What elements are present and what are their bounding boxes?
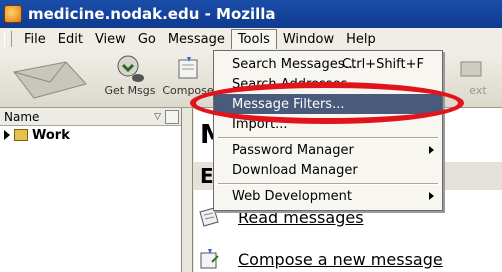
menu-item-search-messages[interactable]: Search Messages... Ctrl+Shift+F [214, 54, 442, 74]
compose-message-link[interactable]: Compose a new message [198, 248, 443, 270]
menu-item-message-filters[interactable]: Message Filters... [214, 94, 442, 114]
window-title: medicine.nodak.edu - Mozilla [28, 5, 276, 23]
menu-window[interactable]: Window [277, 30, 340, 49]
menu-item-search-addresses[interactable]: Search Addresses... [214, 74, 442, 94]
menu-item-download-manager[interactable]: Download Manager [214, 160, 442, 180]
get-msgs-icon [117, 55, 144, 82]
get-msgs-button[interactable]: Get Msgs [96, 54, 164, 97]
compose-button[interactable]: Compose [158, 54, 218, 97]
compose-icon [178, 57, 198, 79]
tools-menu-dropdown: Search Messages... Ctrl+Shift+F Search A… [213, 50, 443, 211]
folder-column-header[interactable]: Name ▽ [0, 108, 181, 126]
column-picker-icon[interactable] [165, 109, 179, 124]
menu-item-import[interactable]: Import... [214, 114, 442, 134]
compose-message-icon [200, 249, 219, 269]
menu-separator [218, 137, 438, 139]
folder-pane: Name ▽ Work [0, 108, 182, 272]
shortcut-label: Ctrl+Shift+F [342, 56, 424, 72]
menu-file[interactable]: File [18, 30, 52, 49]
menu-item-web-development[interactable]: Web Development [214, 186, 442, 206]
menu-go[interactable]: Go [132, 30, 162, 49]
menu-view[interactable]: View [89, 30, 132, 49]
menu-bar: File Edit View Go Message Tools Window H… [0, 28, 502, 50]
mail-next-icon [460, 61, 482, 77]
pane-splitter[interactable] [183, 108, 193, 272]
menu-item-password-manager[interactable]: Password Manager [214, 140, 442, 160]
menu-tools[interactable]: Tools [230, 29, 277, 49]
title-bar: medicine.nodak.edu - Mozilla [0, 0, 502, 28]
sort-indicator-icon: ▽ [154, 111, 161, 122]
menu-message[interactable]: Message [162, 30, 231, 49]
envelope-icon [13, 61, 87, 99]
next-button[interactable]: ext [446, 54, 494, 97]
menu-edit[interactable]: Edit [52, 30, 89, 49]
menubar-grip[interactable] [4, 31, 12, 47]
menu-separator [218, 183, 438, 185]
expand-twisty-icon[interactable] [4, 130, 10, 140]
submenu-arrow-icon [429, 146, 434, 154]
folder-item-work[interactable]: Work [0, 126, 181, 144]
submenu-arrow-icon [429, 192, 434, 200]
mozilla-app-icon [4, 5, 22, 23]
folder-icon [14, 129, 28, 141]
menu-help[interactable]: Help [340, 30, 382, 49]
